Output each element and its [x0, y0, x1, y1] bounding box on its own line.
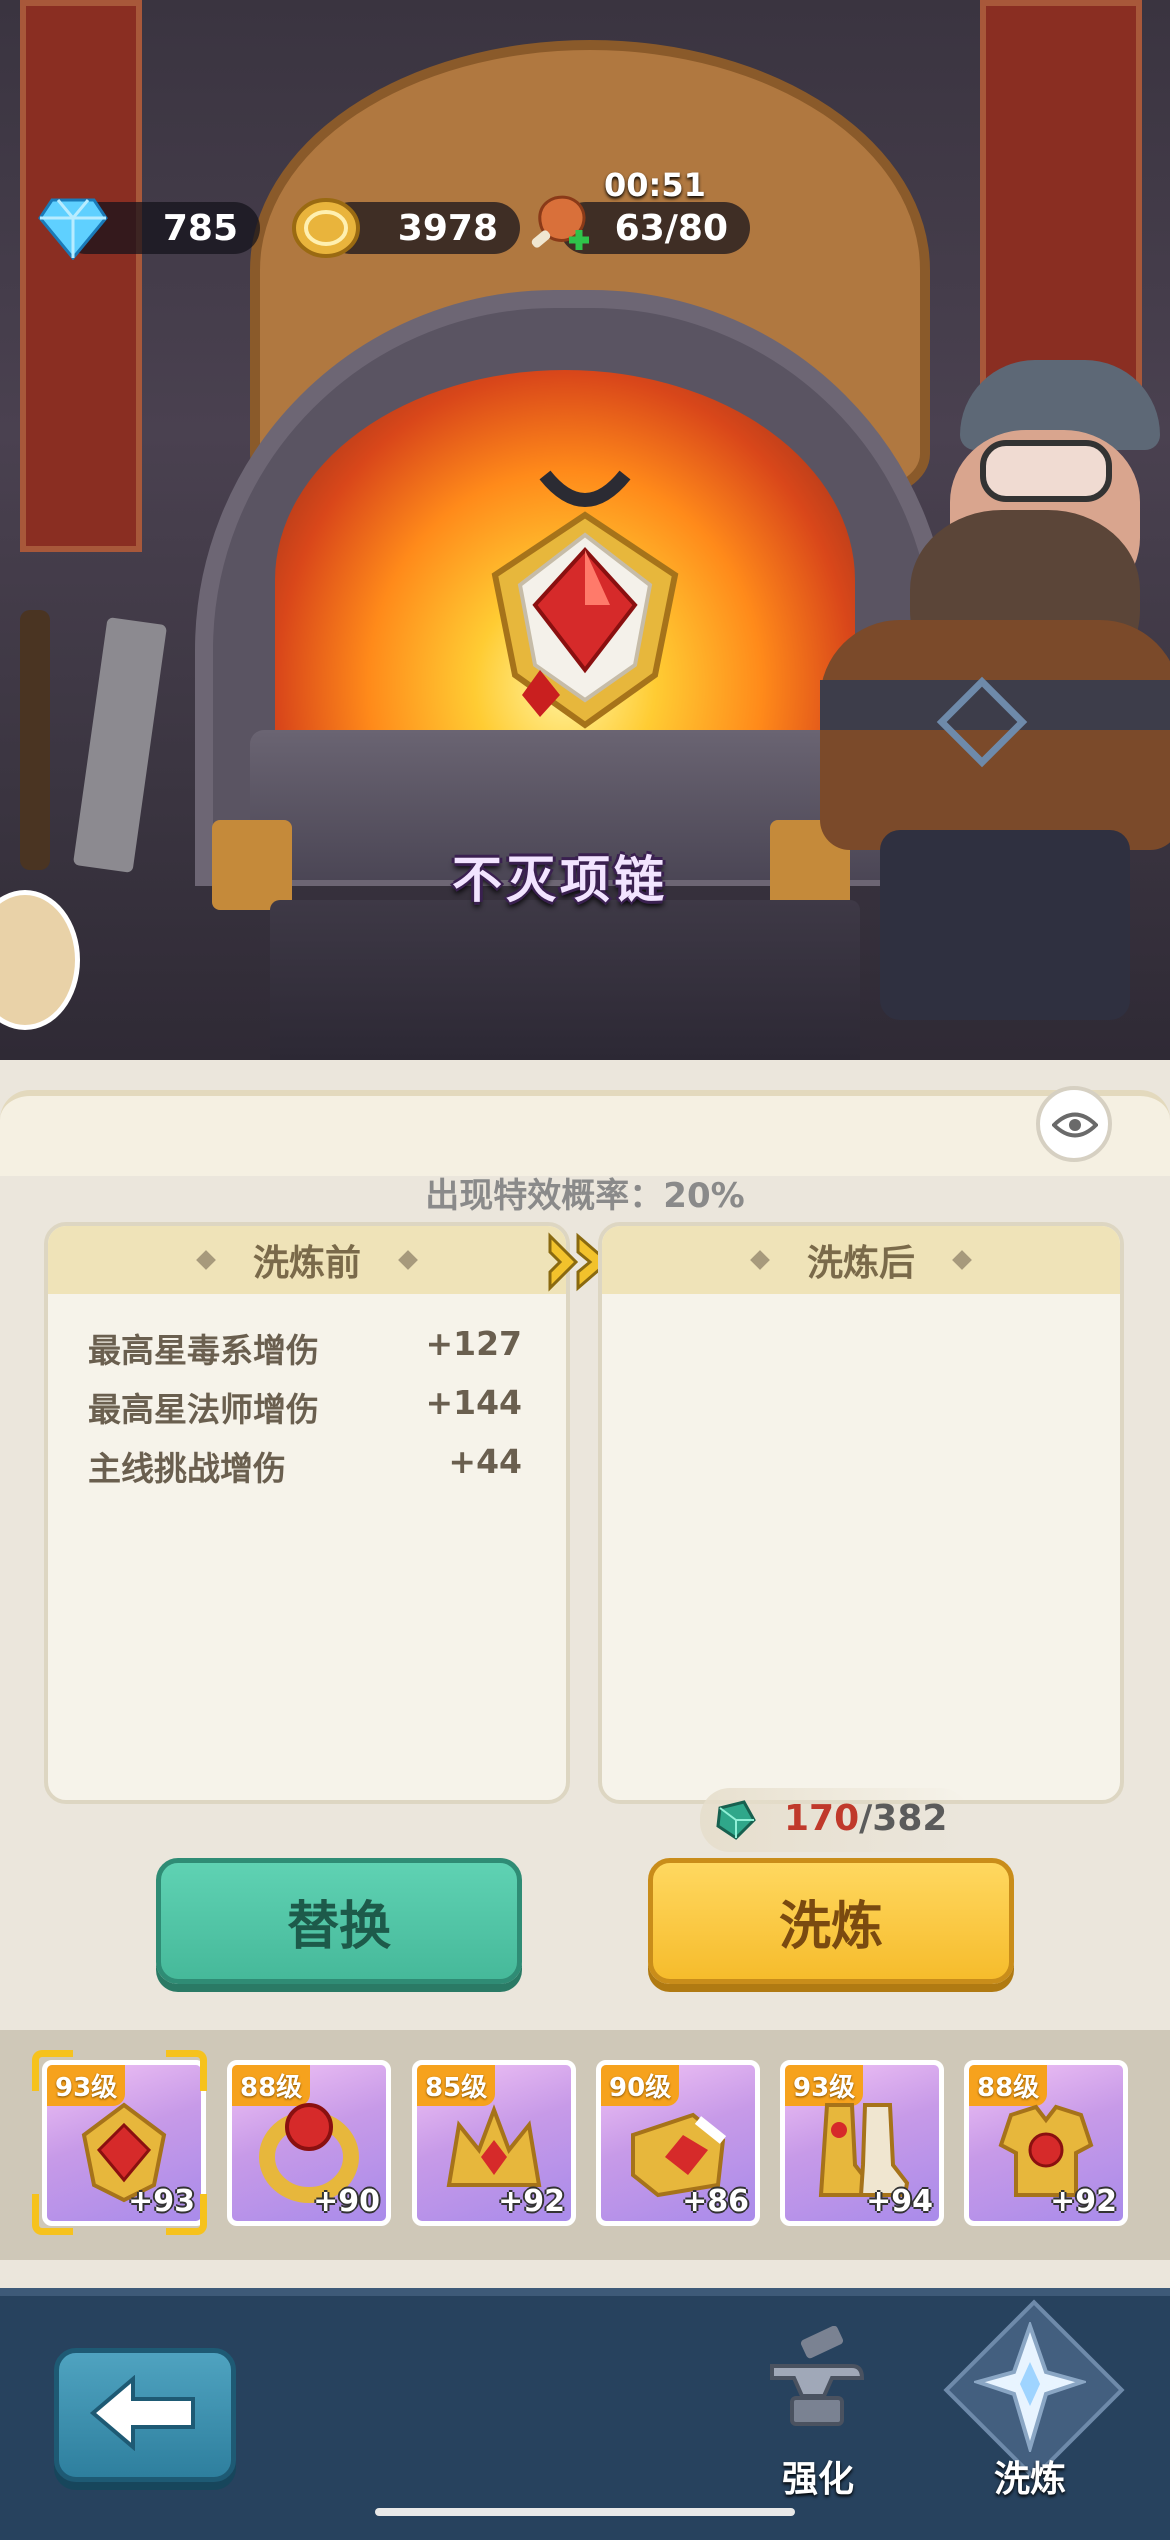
nav-enhance-label: 强化: [781, 2459, 854, 2500]
wall-banner-left: [20, 0, 142, 552]
equipment-bonus: +86: [682, 2184, 749, 2219]
wall-banner-right: [980, 0, 1142, 392]
post-decoration: [20, 610, 50, 870]
after-refine-header: 洗炼后: [602, 1226, 1120, 1294]
equipment-bonus: +92: [498, 2184, 565, 2219]
stat-row: 最高星法师增伤 +144: [48, 1383, 566, 1441]
equipment-slot-helmet[interactable]: 85级 +92: [412, 2060, 576, 2226]
replace-button[interactable]: 替换: [156, 1858, 522, 1984]
nav-tab-refine[interactable]: 洗炼: [940, 2299, 1125, 2526]
gold-count: 3978: [397, 207, 498, 249]
coin-icon: [292, 198, 360, 258]
before-refine-header: 洗炼前: [48, 1226, 566, 1294]
equipment-slot-ring[interactable]: 88级 +90: [227, 2060, 391, 2226]
home-indicator: [375, 2508, 795, 2516]
stat-value: +144: [425, 1383, 522, 1422]
refine-cost: 170/382: [700, 1788, 970, 1852]
equipment-slot-armor[interactable]: 88级 +92: [964, 2060, 1128, 2226]
stat-row: 主线挑战增伤 +44: [48, 1442, 566, 1500]
equipment-bonus: +92: [1050, 2184, 1117, 2219]
selection-marker: [166, 2050, 207, 2091]
cost-have: 170: [784, 1798, 860, 1839]
equipment-bonus: +94: [866, 2184, 933, 2219]
selection-marker: [166, 2194, 207, 2235]
blacksmith-npc: [820, 360, 1170, 1060]
selection-marker: [32, 2050, 73, 2091]
eye-icon: [1052, 1112, 1098, 1138]
back-button[interactable]: [54, 2348, 236, 2482]
gem-count: 785: [162, 207, 238, 249]
equipment-slot-bracer[interactable]: 90级 +86: [596, 2060, 760, 2226]
necklace-icon: [491, 470, 679, 729]
item-name: 不灭项链: [452, 851, 668, 909]
nav-refine-label: 洗炼: [993, 2459, 1066, 2500]
cost-need: /382: [859, 1798, 948, 1839]
diamond-decoration: [398, 1250, 418, 1270]
refine-stone-icon: [716, 1800, 756, 1840]
bottom-nav: 强化 洗炼: [0, 2288, 1170, 2540]
diamond-decoration: [952, 1250, 972, 1270]
stamina-timer: 00:51: [604, 166, 706, 204]
stat-value: +44: [448, 1442, 522, 1481]
stat-name: 主线挑战增伤: [88, 1449, 286, 1488]
forge-scene: 不灭项链 785 3978 00:51 63/80: [0, 0, 1170, 1080]
after-refine-title: 洗炼后: [806, 1243, 915, 1284]
nav-tab-enhance[interactable]: 强化: [748, 2326, 888, 2526]
anvil-base: [270, 900, 860, 1070]
stat-row: 最高星毒系增伤 +127: [48, 1324, 566, 1382]
equipment-bonus: +90: [313, 2184, 380, 2219]
gem-icon: [38, 198, 108, 260]
crystal-icon: [974, 2322, 1086, 2452]
equipment-list: 93级 +93 88级 +90 85级 +92 90级 +86 93级 +94 …: [0, 2030, 1170, 2260]
before-refine-box: 洗炼前 最高星毒系增伤 +127 最高星法师增伤 +144 主线挑战增伤 +44: [44, 1222, 570, 1804]
meat-icon[interactable]: [525, 190, 595, 262]
back-arrow-icon: [89, 2375, 195, 2451]
equipment-slot-boots[interactable]: 93级 +94: [780, 2060, 944, 2226]
stat-name: 最高星毒系增伤: [88, 1331, 319, 1370]
special-effect-probability: 出现特效概率：20%: [425, 1176, 745, 1216]
refine-button[interactable]: 洗炼: [648, 1858, 1014, 1984]
anvil-icon: [770, 2326, 865, 2426]
selection-marker: [32, 2194, 73, 2235]
stat-value: +127: [425, 1324, 522, 1363]
after-refine-box: 洗炼后: [598, 1222, 1124, 1804]
sword-decoration: [72, 617, 168, 873]
panel-header: [0, 1090, 1170, 1176]
diamond-decoration: [750, 1250, 770, 1270]
before-refine-title: 洗炼前: [252, 1243, 361, 1284]
stamina-count: 63/80: [614, 207, 728, 249]
visibility-toggle[interactable]: [1036, 1086, 1112, 1162]
diamond-decoration: [196, 1250, 216, 1270]
stat-name: 最高星法师增伤: [88, 1390, 319, 1429]
